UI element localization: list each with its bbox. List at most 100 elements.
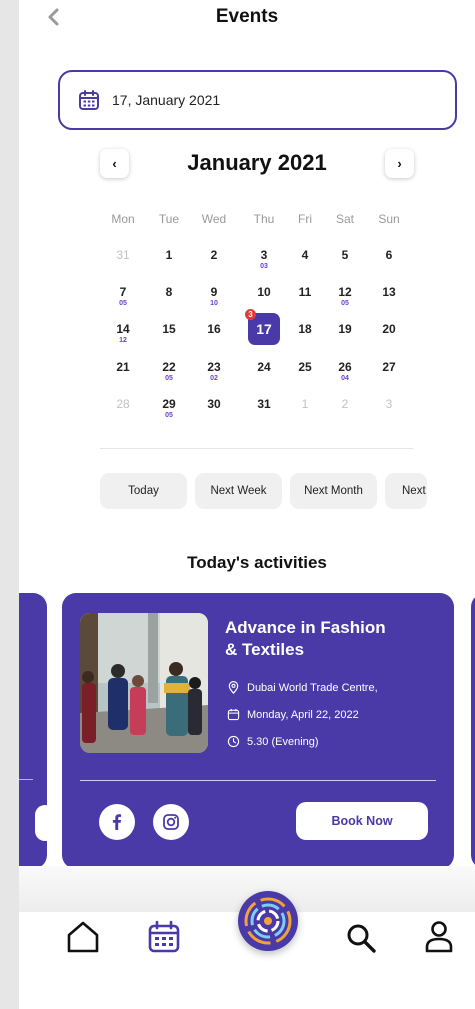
day-number: 14 bbox=[116, 322, 130, 336]
location-pin-icon bbox=[228, 681, 239, 694]
calendar-day[interactable]: 19 bbox=[325, 322, 365, 354]
day-event-count: 10 bbox=[210, 300, 218, 307]
filter-next-week-button[interactable]: Next Week bbox=[195, 473, 282, 509]
book-now-button[interactable]: Book Now bbox=[296, 802, 428, 840]
day-number: 22 bbox=[162, 360, 176, 374]
calendar-day[interactable]: 27 bbox=[369, 360, 409, 392]
calendar-divider bbox=[100, 448, 413, 449]
day-number: 7 bbox=[119, 285, 127, 299]
calendar-day[interactable]: 26 04 bbox=[325, 360, 365, 392]
calendar-day[interactable]: 21 bbox=[103, 360, 143, 392]
app-screen: Events 17, January 2021 ‹ January 2021 ›… bbox=[19, 0, 475, 1009]
day-number: 23 bbox=[207, 360, 221, 374]
calendar-day[interactable]: 2 bbox=[194, 248, 234, 280]
profile-icon[interactable] bbox=[421, 918, 457, 954]
calendar-day[interactable]: 24 bbox=[244, 360, 284, 392]
calendar-day[interactable]: 3 bbox=[369, 397, 409, 429]
day-number: 15 bbox=[162, 322, 176, 336]
event-photo bbox=[80, 613, 208, 753]
calendar-day[interactable]: 3 03 bbox=[244, 248, 284, 280]
calendar-day[interactable]: 18 bbox=[285, 322, 325, 354]
calendar-day[interactable]: 15 bbox=[149, 322, 189, 354]
calendar-day[interactable]: 7 05 bbox=[103, 285, 143, 317]
calendar-day[interactable]: 23 02 bbox=[194, 360, 234, 392]
day-number: 31 bbox=[116, 248, 130, 262]
calendar-day[interactable]: 5 bbox=[325, 248, 365, 280]
event-card[interactable]: Advance in Fashion & Textiles Dubai Worl… bbox=[62, 593, 454, 869]
book-now-button[interactable] bbox=[35, 805, 55, 841]
day-number: 26 bbox=[338, 360, 352, 374]
calendar-day[interactable]: 30 bbox=[194, 397, 234, 429]
event-card-next[interactable] bbox=[471, 593, 475, 869]
calendar-day[interactable]: 20 bbox=[369, 322, 409, 354]
filter-next-button[interactable]: Next bbox=[385, 473, 427, 509]
event-date: Monday, April 22, 2022 bbox=[227, 708, 359, 721]
day-number: 3 bbox=[260, 248, 268, 262]
calendar-day[interactable]: 9 10 bbox=[194, 285, 234, 317]
day-number: 5 bbox=[341, 248, 349, 262]
day-number: 20 bbox=[382, 322, 396, 336]
filter-today-button[interactable]: Today bbox=[100, 473, 187, 509]
event-location-text: Dubai World Trade Centre, bbox=[247, 681, 378, 694]
day-number: 3 bbox=[385, 397, 393, 411]
calendar-day[interactable]: 1 bbox=[285, 397, 325, 429]
calendar-day[interactable]: 29 05 bbox=[149, 397, 189, 429]
calendar-day[interactable]: 6 bbox=[369, 248, 409, 280]
event-date-text: Monday, April 22, 2022 bbox=[247, 708, 359, 721]
calendar-day[interactable]: 11 bbox=[285, 285, 325, 317]
day-number: 13 bbox=[382, 285, 396, 299]
calendar-day[interactable]: 31 bbox=[103, 248, 143, 280]
calendar-day[interactable]: 31 bbox=[244, 397, 284, 429]
day-number: 12 bbox=[338, 285, 352, 299]
card-divider bbox=[80, 780, 436, 781]
weekday-label: Fri bbox=[298, 212, 312, 226]
day-number: 16 bbox=[207, 322, 221, 336]
calendar-icon[interactable] bbox=[146, 919, 182, 955]
facebook-icon[interactable] bbox=[99, 804, 135, 840]
day-event-count: 05 bbox=[165, 412, 173, 419]
calendar-day[interactable]: 28 bbox=[103, 397, 143, 429]
event-title: Advance in Fashion & Textiles bbox=[225, 617, 445, 661]
calendar-day[interactable]: 25 bbox=[285, 360, 325, 392]
day-number: 8 bbox=[165, 285, 173, 299]
weekday-label: Sat bbox=[335, 212, 354, 226]
date-field[interactable]: 17, January 2021 bbox=[58, 70, 457, 130]
home-icon[interactable] bbox=[65, 919, 101, 955]
page-title: Events bbox=[215, 6, 279, 27]
calendar-day-selected[interactable]: 17 3 bbox=[245, 309, 280, 345]
event-time-text: 5.30 (Evening) bbox=[247, 735, 319, 748]
weekday-label: Sun bbox=[378, 212, 400, 226]
event-card-previous[interactable] bbox=[19, 593, 55, 869]
day-number: 29 bbox=[162, 397, 176, 411]
weekday-label: Tue bbox=[158, 212, 180, 226]
day-number: 1 bbox=[165, 248, 173, 262]
day-number: 24 bbox=[257, 360, 271, 374]
day-number: 21 bbox=[116, 360, 130, 374]
calendar-day[interactable]: 8 bbox=[149, 285, 189, 317]
card-divider bbox=[19, 779, 33, 780]
day-number: 6 bbox=[385, 248, 393, 262]
day-number: 9 bbox=[210, 285, 218, 299]
day-number: 25 bbox=[298, 360, 312, 374]
day-number: 19 bbox=[338, 322, 352, 336]
filter-next-month-button[interactable]: Next Month bbox=[290, 473, 377, 509]
calendar-icon bbox=[78, 89, 100, 111]
calendar-day[interactable]: 13 bbox=[369, 285, 409, 317]
search-icon[interactable] bbox=[343, 920, 379, 956]
calendar-day[interactable]: 2 bbox=[325, 397, 365, 429]
instagram-icon[interactable] bbox=[153, 804, 189, 840]
logo-icon[interactable] bbox=[238, 891, 298, 951]
calendar-day[interactable]: 12 05 bbox=[325, 285, 365, 317]
calendar-day[interactable]: 4 bbox=[285, 248, 325, 280]
next-month-button[interactable]: › bbox=[385, 149, 414, 178]
calendar-day[interactable]: 22 05 bbox=[149, 360, 189, 392]
event-title-line1: Advance in Fashion bbox=[225, 618, 386, 637]
day-number: 2 bbox=[341, 397, 349, 411]
day-event-count: 12 bbox=[119, 337, 127, 344]
event-count-badge: 3 bbox=[245, 309, 256, 320]
calendar-day[interactable]: 1 bbox=[149, 248, 189, 280]
calendar-day[interactable]: 16 bbox=[194, 322, 234, 354]
calendar-day[interactable]: 14 12 bbox=[103, 322, 143, 354]
calendar-small-icon bbox=[227, 708, 240, 721]
day-event-count: 05 bbox=[165, 375, 173, 382]
